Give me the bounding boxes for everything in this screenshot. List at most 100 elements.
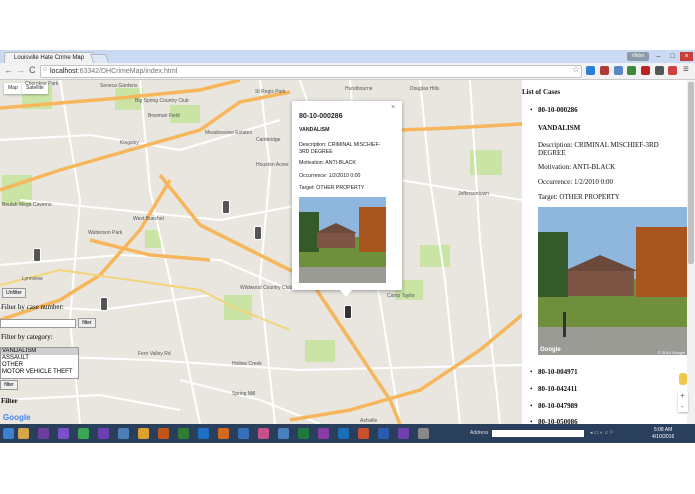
close-icon[interactable]: × — [391, 104, 395, 111]
screen-margin — [0, 443, 695, 494]
place-label: Meadowview Estates — [205, 130, 252, 136]
zoom-in-button[interactable]: + — [680, 391, 685, 400]
place-label: Hurstbourne — [345, 86, 373, 92]
place-label: Hollow Creek — [232, 361, 262, 367]
extension-shield-icon[interactable] — [655, 66, 664, 75]
page-info-icon[interactable]: ○ — [43, 66, 47, 73]
sidebar-description: Description: CRIMINAL MISCHIEF-3RD — [538, 141, 659, 149]
taskbar-app-purple-icon[interactable] — [98, 428, 109, 439]
place-label: Jeffersontown — [458, 191, 490, 197]
crime-marker-icon[interactable] — [222, 200, 230, 214]
category-option[interactable]: ASSAULT — [1, 355, 78, 362]
maximize-button[interactable]: □ — [666, 52, 679, 61]
category-filter-button[interactable]: filter — [0, 380, 18, 390]
case-number-input[interactable] — [0, 319, 76, 328]
sidebar-description-line2: DEGREE — [538, 149, 566, 157]
taskbar-address-label: Address — [470, 430, 489, 436]
zoom-out-button[interactable]: - — [681, 402, 684, 411]
place-label: Big Spring Country Club — [135, 98, 189, 104]
clock-time: 5:08 AM — [653, 427, 673, 433]
case-list-item[interactable]: 80-10-004971 — [538, 368, 578, 376]
taskbar-visual-studio-blue-icon[interactable] — [38, 428, 49, 439]
taskbar-dreamweaver-icon[interactable] — [178, 428, 189, 439]
extension-red-icon[interactable] — [641, 66, 650, 75]
place-label: Lynnview — [22, 276, 43, 282]
taskbar-bridge-icon[interactable] — [158, 428, 169, 439]
list-bullet: • — [530, 368, 533, 376]
place-label: Houston Acres — [256, 162, 289, 168]
minimize-button[interactable]: – — [652, 52, 665, 61]
place-label: Cambridge — [256, 137, 281, 143]
url-host: localhost — [50, 68, 78, 75]
taskbar-app-pink-icon[interactable] — [258, 428, 269, 439]
tab-title: Louisville Hate Crime Map — [14, 55, 85, 61]
category-listbox[interactable]: VANDALISM ASSAULT OTHER MOTOR VEHICLE TH… — [0, 347, 79, 379]
photo-google-watermark: Google — [540, 347, 561, 353]
place-label: Fern Valley Rd — [138, 351, 171, 357]
selected-crime-marker-icon[interactable] — [344, 305, 352, 319]
park-area — [420, 245, 450, 267]
system-tray-icons[interactable]: ◂ ▭ ◐ ♫ ⚐ — [590, 430, 645, 437]
bookmark-star-icon[interactable]: ☆ — [572, 64, 580, 75]
photo-credit: © 2014 Google — [658, 350, 685, 355]
place-label: Seneca Gardens — [100, 83, 138, 89]
extension-globe-icon[interactable] — [614, 66, 623, 75]
unfilter-button[interactable]: Unfilter — [2, 288, 26, 298]
taskbar-app-gray-icon[interactable] — [418, 428, 429, 439]
taskbar-chrome-icon[interactable] — [138, 428, 149, 439]
place-label: West Buechel — [133, 216, 164, 222]
scrollbar-thumb[interactable] — [688, 82, 694, 264]
list-bullet: • — [530, 385, 533, 393]
crime-marker-icon[interactable] — [254, 226, 262, 240]
taskbar-photoshop-icon[interactable] — [198, 428, 209, 439]
case-list-item[interactable]: 80-10-047989 — [538, 402, 578, 410]
extension-green-icon[interactable] — [627, 66, 636, 75]
start-button-icon[interactable] — [3, 428, 14, 439]
google-logo-text: Google — [3, 413, 31, 422]
back-arrow-icon[interactable]: ← — [4, 65, 13, 75]
taskbar-address-input[interactable] — [492, 430, 584, 437]
taskbar-onenote-icon[interactable] — [318, 428, 329, 439]
category-option[interactable]: MOTOR VEHICLE THEFT — [1, 369, 78, 376]
place-label: St Regis Park — [255, 89, 286, 95]
pegman-icon[interactable] — [679, 373, 687, 385]
category-option[interactable]: OTHER — [1, 362, 78, 369]
forward-arrow-icon[interactable]: → — [16, 65, 25, 75]
extension-skype-icon[interactable] — [586, 66, 595, 75]
taskbar-app-purple-2-icon[interactable] — [398, 428, 409, 439]
taskbar-file-explorer-icon[interactable] — [18, 428, 29, 439]
taskbar-excel-icon[interactable] — [298, 428, 309, 439]
taskbar-powerpoint-icon[interactable] — [358, 428, 369, 439]
taskbar-android-studio-icon[interactable] — [78, 428, 89, 439]
info-description-line2: 3RD DEGREE — [299, 149, 333, 155]
case-filter-button[interactable]: filter — [78, 318, 96, 328]
place-label: Douglas Hills — [410, 86, 440, 92]
user-profile-button[interactable]: Viktor — [627, 52, 649, 61]
taskbar-app-globe-icon[interactable] — [278, 428, 289, 439]
info-target: Target: OTHER PROPERTY — [299, 185, 365, 191]
case-list-item[interactable]: 80-10-042411 — [538, 385, 577, 393]
close-window-button[interactable]: × — [680, 52, 693, 61]
crime-marker-icon[interactable] — [100, 297, 108, 311]
extension-lastpass-icon[interactable] — [668, 66, 677, 75]
taskbar-app-blue-icon[interactable] — [238, 428, 249, 439]
taskbar-clock[interactable]: 5:08 AM 4/10/2016 — [652, 427, 674, 441]
menu-icon[interactable]: ≡ — [683, 64, 689, 75]
place-label: Watterson Park — [88, 230, 123, 236]
taskbar-word-icon[interactable] — [378, 428, 389, 439]
park-area — [305, 340, 335, 362]
place-label: Spring Mill — [232, 391, 256, 397]
extension-pdf-icon[interactable] — [600, 66, 609, 75]
taskbar-outlook-icon[interactable] — [338, 428, 349, 439]
reload-icon[interactable]: C — [29, 65, 36, 75]
taskbar-visual-studio-purple-icon[interactable] — [58, 428, 69, 439]
taskbar-illustrator-icon[interactable] — [218, 428, 229, 439]
place-label: Bowman Field — [148, 113, 180, 119]
taskbar-app-photo-icon[interactable] — [118, 428, 129, 439]
crime-marker-icon[interactable] — [33, 248, 41, 262]
place-label: Camp Taylor — [387, 293, 415, 299]
map-type-map-button[interactable]: Map — [4, 83, 22, 94]
category-option[interactable]: VANDALISM — [1, 348, 78, 355]
selected-case-item[interactable]: 80-10-000286 — [538, 106, 578, 114]
list-bullet: • — [530, 402, 533, 410]
